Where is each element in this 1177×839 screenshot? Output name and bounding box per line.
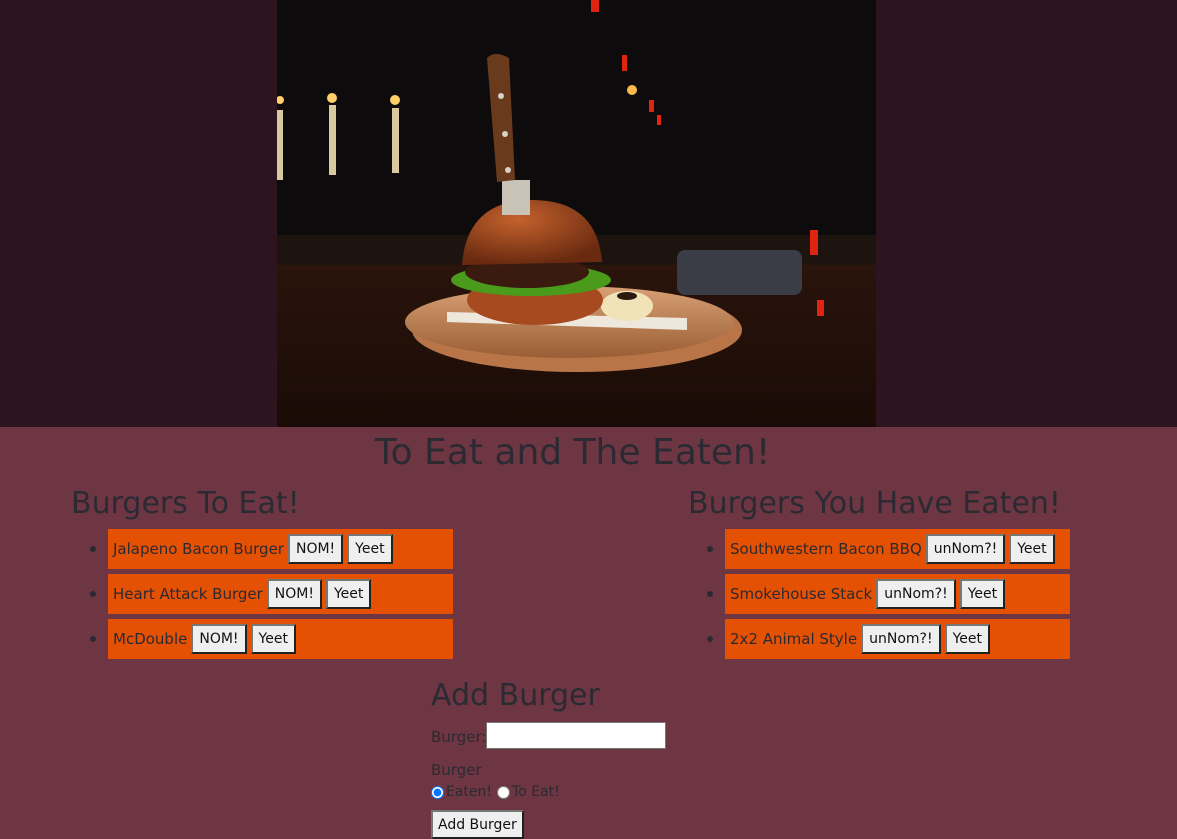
list-item: McDouble NOM! Yeet — [90, 619, 453, 659]
burger-name-input[interactable] — [486, 722, 666, 749]
page-title: To Eat and The Eaten! — [374, 432, 771, 473]
eaten-radio-group: Eaten! To Eat! — [429, 784, 560, 800]
list-item: Jalapeno Bacon Burger NOM! Yeet — [90, 529, 453, 569]
nom-button[interactable]: NOM! — [191, 624, 247, 654]
list-item: 2x2 Animal Style unNom?! Yeet — [707, 619, 1070, 659]
to-eat-heading: Burgers To Eat! — [71, 486, 300, 521]
burger-name: McDouble — [113, 630, 188, 648]
yeet-button[interactable]: Yeet — [347, 534, 393, 564]
list-item: Southwestern Bacon BBQ unNom?! Yeet — [707, 529, 1070, 569]
eaten-list: Southwestern Bacon BBQ unNom?! Yeet Smok… — [707, 529, 1070, 664]
burger-name: Heart Attack Burger — [113, 585, 263, 603]
unnom-button[interactable]: unNom?! — [925, 534, 1006, 564]
burger-name: Smokehouse Stack — [730, 585, 873, 603]
burger-name: Southwestern Bacon BBQ — [730, 540, 922, 558]
burger-name: 2x2 Animal Style — [730, 630, 858, 648]
nom-button[interactable]: NOM! — [266, 579, 322, 609]
radio-group-label: Burger — [431, 761, 482, 779]
burger-name: Jalapeno Bacon Burger — [113, 540, 284, 558]
yeet-button[interactable]: Yeet — [944, 624, 990, 654]
eaten-heading: Burgers You Have Eaten! — [688, 486, 1061, 521]
add-burger-button[interactable]: Add Burger — [431, 810, 524, 839]
list-item: Smokehouse Stack unNom?! Yeet — [707, 574, 1070, 614]
to-eat-radio[interactable] — [497, 785, 511, 799]
unnom-button[interactable]: unNom?! — [876, 579, 956, 609]
hero-burger-photo — [277, 0, 876, 427]
to-eat-list: Jalapeno Bacon Burger NOM! Yeet Heart At… — [90, 529, 453, 664]
to-eat-radio-label[interactable]: To Eat! — [512, 784, 560, 800]
eaten-radio[interactable] — [431, 785, 444, 799]
yeet-button[interactable]: Yeet — [1009, 534, 1055, 564]
nom-button[interactable]: NOM! — [287, 534, 344, 564]
unnom-button[interactable]: unNom?! — [861, 624, 941, 654]
add-burger-heading: Add Burger — [431, 678, 600, 713]
yeet-button[interactable]: Yeet — [325, 579, 372, 609]
eaten-radio-label[interactable]: Eaten! — [446, 784, 492, 800]
burger-input-label: Burger: — [431, 728, 487, 746]
yeet-button[interactable]: Yeet — [250, 624, 296, 654]
list-item: Heart Attack Burger NOM! Yeet — [90, 574, 453, 614]
burger-photo-illustration — [277, 0, 876, 427]
yeet-button[interactable]: Yeet — [959, 579, 1006, 609]
